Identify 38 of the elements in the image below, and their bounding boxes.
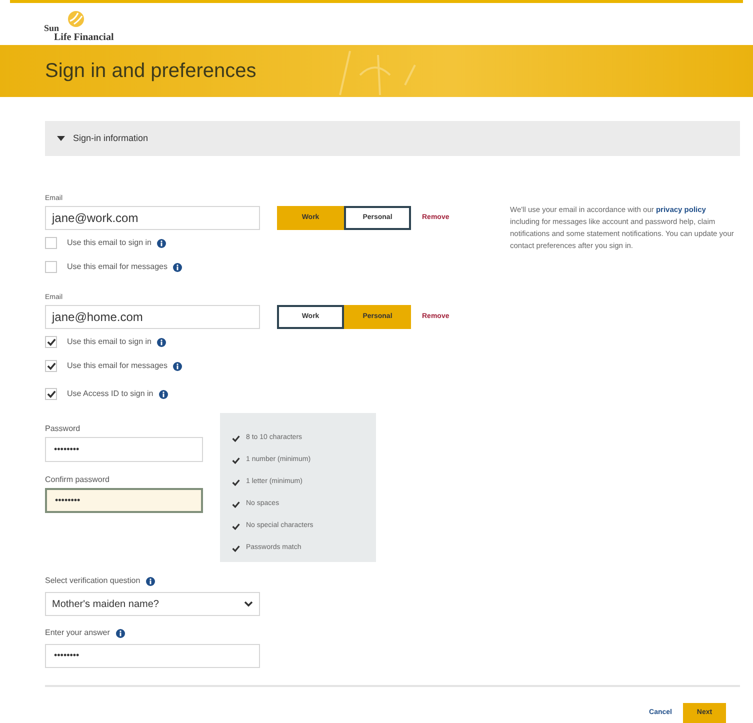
- info-icon[interactable]: [159, 390, 168, 398]
- info-icon[interactable]: [116, 628, 125, 638]
- info-icon[interactable]: [173, 362, 182, 370]
- checkbox[interactable]: [45, 388, 57, 400]
- info-icon[interactable]: [157, 338, 166, 346]
- checkbox-label: Use this email for messages: [67, 360, 168, 372]
- password-field[interactable]: ••••••••: [45, 488, 203, 513]
- checkbox-label: Use this email to sign in: [67, 336, 152, 348]
- chevron-down-icon: [244, 601, 253, 607]
- checkbox-label: Use this email to sign in: [67, 237, 152, 249]
- field-label: Select verification question: [45, 575, 140, 587]
- info-icon[interactable]: [173, 262, 182, 272]
- check-icon: [46, 362, 56, 370]
- checkbox-label: Use Access ID to sign in: [67, 388, 154, 400]
- checkbox[interactable]: [45, 261, 57, 273]
- question-select[interactable]: Mother's maiden name?: [45, 592, 260, 616]
- checkbox[interactable]: [45, 336, 57, 348]
- field-label: Password: [45, 423, 82, 435]
- check-icon: [46, 390, 56, 398]
- info-icon[interactable]: [146, 576, 156, 586]
- logo-text: Sun: [44, 24, 60, 33]
- sun-logo-icon: [66, 9, 86, 29]
- info-icon[interactable]: [157, 238, 166, 248]
- section-header[interactable]: Sign-in information: [45, 121, 740, 156]
- checkbox[interactable]: [45, 360, 57, 372]
- field-label: Confirm password: [45, 474, 110, 486]
- check-icon: [46, 338, 56, 346]
- answer-field[interactable]: ••••••••: [45, 644, 260, 668]
- email-field[interactable]: jane@home.com: [45, 305, 260, 329]
- checkbox-label: Use this email for messages: [67, 261, 168, 273]
- caret-icon: [57, 136, 65, 142]
- section-title: Sign-in information: [73, 132, 148, 145]
- logo-text: Life Financial: [54, 33, 114, 43]
- page-title: Sign in and preferences: [45, 59, 256, 84]
- email-field[interactable]: jane@work.com: [45, 206, 260, 230]
- field-label: Enter your answer: [45, 627, 110, 639]
- checkbox[interactable]: [45, 237, 57, 249]
- password-field[interactable]: ••••••••: [45, 437, 203, 462]
